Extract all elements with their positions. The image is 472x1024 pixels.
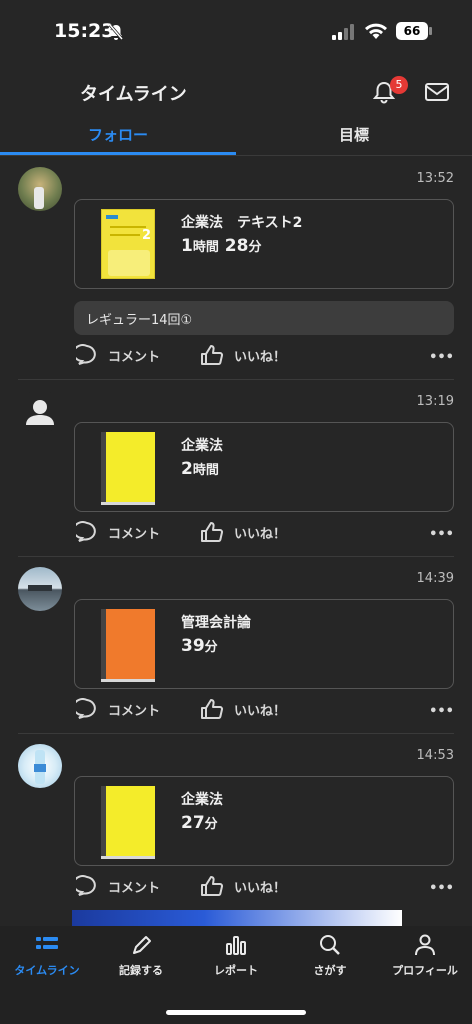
tab-goal[interactable]: 目標 xyxy=(236,124,472,145)
comment-icon xyxy=(76,698,96,719)
nav-profile-label: プロフィール xyxy=(392,964,458,977)
comment-icon xyxy=(76,344,96,365)
timeline-post: 13:52 2 企業法 テキスト2 1時間 28分 レギュラー14回① コメント xyxy=(18,157,454,380)
mail-icon[interactable] xyxy=(424,80,450,104)
study-duration: 39分 xyxy=(181,636,218,656)
battery-icon: 66 xyxy=(396,22,428,40)
status-bar: 15:23 66 xyxy=(0,0,472,62)
avatar[interactable] xyxy=(18,567,62,611)
thumbs-up-icon xyxy=(201,522,224,542)
page-title: タイムライン xyxy=(80,84,187,105)
post-actions: コメント いいね！ ••• xyxy=(74,875,454,905)
nav-report-label: レポート xyxy=(214,964,258,977)
tab-follow[interactable]: フォロー xyxy=(0,124,236,145)
comment-icon xyxy=(76,875,96,896)
study-record-card[interactable]: 企業法 2時間 xyxy=(74,422,454,512)
like-button[interactable]: いいね！ xyxy=(200,344,286,366)
like-button[interactable]: いいね！ xyxy=(200,521,286,543)
nav-search-label: さがす xyxy=(313,964,347,977)
post-note: レギュラー14回① xyxy=(74,301,454,335)
promo-banner[interactable] xyxy=(72,910,402,926)
nav-report[interactable]: レポート xyxy=(189,934,283,978)
signal-icon xyxy=(332,24,354,40)
nav-profile[interactable]: プロフィール xyxy=(378,934,472,978)
more-options-button[interactable]: ••• xyxy=(429,704,454,719)
subject-title: 企業法 xyxy=(181,792,223,808)
study-duration: 1時間 28分 xyxy=(181,236,262,256)
post-time: 13:19 xyxy=(416,394,454,409)
study-record-card[interactable]: 企業法 27分 xyxy=(74,776,454,866)
post-actions: コメント いいね！ ••• xyxy=(74,521,454,551)
notification-badge: 5 xyxy=(390,76,408,94)
home-indicator[interactable] xyxy=(166,1010,306,1015)
comment-button[interactable]: コメント xyxy=(76,698,160,720)
person-icon xyxy=(415,934,435,956)
post-actions: コメント いいね！ ••• xyxy=(74,344,454,374)
more-options-button[interactable]: ••• xyxy=(429,350,454,365)
thumbs-up-icon xyxy=(201,345,224,365)
wifi-icon xyxy=(365,23,387,39)
nav-search[interactable]: さがす xyxy=(283,934,377,978)
bar-chart-icon xyxy=(226,936,246,955)
avatar[interactable] xyxy=(18,744,62,788)
study-duration: 2時間 xyxy=(181,459,219,479)
avatar[interactable] xyxy=(18,390,62,434)
textbook-cover-image xyxy=(101,609,155,679)
like-button[interactable]: いいね！ xyxy=(200,698,286,720)
comment-button[interactable]: コメント xyxy=(76,521,160,543)
timeline-post: 14:53 企業法 27分 コメント いいね！ ••• xyxy=(18,734,454,911)
tab-bar: フォロー 目標 xyxy=(0,118,472,156)
textbook-cover-image: 2 xyxy=(101,209,155,279)
nav-timeline-label: タイムライン xyxy=(14,964,80,977)
study-record-card[interactable]: 管理会計論 39分 xyxy=(74,599,454,689)
comment-button[interactable]: コメント xyxy=(76,344,160,366)
textbook-cover-image xyxy=(101,786,155,856)
thumbs-up-icon xyxy=(201,699,224,719)
post-time: 14:39 xyxy=(416,571,454,586)
search-icon xyxy=(320,935,340,955)
study-record-card[interactable]: 2 企業法 テキスト2 1時間 28分 xyxy=(74,199,454,289)
app-header: タイムライン 5 xyxy=(0,62,472,118)
post-time: 14:53 xyxy=(416,748,454,763)
battery-tip xyxy=(429,27,432,35)
mute-bell-icon xyxy=(108,24,124,40)
avatar[interactable] xyxy=(18,167,62,211)
subject-title: 企業法 xyxy=(181,438,223,454)
textbook-cover-image xyxy=(101,432,155,502)
subject-title: 管理会計論 xyxy=(181,615,251,631)
nav-record[interactable]: 記録する xyxy=(94,934,188,978)
battery-level: 66 xyxy=(403,24,421,38)
active-tab-indicator xyxy=(0,152,236,155)
study-duration: 27分 xyxy=(181,813,218,833)
more-options-button[interactable]: ••• xyxy=(429,527,454,542)
thumbs-up-icon xyxy=(201,876,224,896)
like-button[interactable]: いいね！ xyxy=(200,875,286,897)
status-time: 15:23 xyxy=(54,20,115,42)
timeline-post: 14:39 管理会計論 39分 コメント いいね！ ••• xyxy=(18,557,454,734)
post-time: 13:52 xyxy=(416,171,454,186)
subject-title: 企業法 テキスト2 xyxy=(181,215,303,231)
post-actions: コメント いいね！ ••• xyxy=(74,698,454,728)
nav-timeline[interactable]: タイムライン xyxy=(0,934,94,978)
comment-icon xyxy=(76,521,96,542)
pencil-icon xyxy=(133,936,151,954)
cover-volume-mark: 2 xyxy=(142,228,152,243)
comment-button[interactable]: コメント xyxy=(76,875,160,897)
timeline-post: 13:19 企業法 2時間 コメント いいね！ ••• xyxy=(18,380,454,557)
nav-record-label: 記録する xyxy=(119,964,163,977)
list-icon xyxy=(36,937,58,949)
default-user-icon xyxy=(26,400,54,425)
more-options-button[interactable]: ••• xyxy=(429,881,454,896)
timeline-feed[interactable]: 13:52 2 企業法 テキスト2 1時間 28分 レギュラー14回① コメント xyxy=(0,157,472,911)
